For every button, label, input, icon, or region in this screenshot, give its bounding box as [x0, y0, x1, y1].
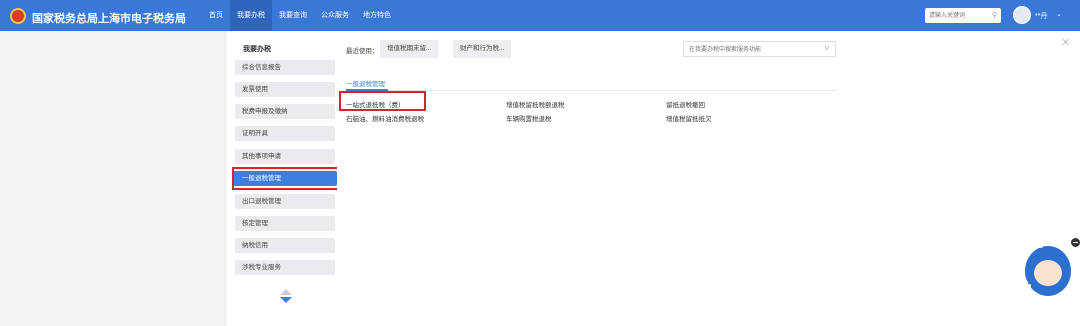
sidebar-item-professional-service[interactable]: 涉税专业服务	[235, 260, 335, 275]
sidebar-item-tax-declaration[interactable]: 税费申报及缴纳	[235, 104, 335, 119]
scroll-up-arrow-icon[interactable]	[280, 289, 292, 295]
main-content: 最近使用： 增值税期末留... 财产和行为税... ⚲ ✕ 一般退税管理 一站式…	[337, 31, 1080, 326]
recent-label: 最近使用：	[346, 48, 379, 55]
mascot-widget[interactable]: 纳 征 互 动	[1003, 233, 1080, 300]
chevron-down-icon[interactable]: ⌄	[1056, 10, 1062, 18]
mascot-minimize-icon[interactable]	[1071, 238, 1080, 247]
search-icon[interactable]: ⚲	[825, 45, 829, 52]
recent-item-vat-refund[interactable]: 增值税期末留...	[380, 40, 439, 58]
sidebar-item-invoice-use[interactable]: 发票使用	[235, 82, 335, 97]
function-search-input[interactable]	[689, 44, 815, 55]
sidebar-title: 我要办税	[243, 46, 271, 53]
nav-tax-handling[interactable]: 我要办税	[230, 0, 272, 31]
tax-emblem-logo	[10, 8, 26, 24]
close-icon[interactable]: ✕	[1061, 36, 1070, 49]
function-search: ⚲	[683, 41, 836, 57]
search-icon[interactable]: ⚲	[992, 11, 997, 19]
recent-item-property-tax[interactable]: 财产和行为税...	[453, 40, 512, 58]
nav-query[interactable]: 我要查询	[272, 0, 314, 31]
sidebar-item-other-applications[interactable]: 其他事项申请	[235, 149, 335, 164]
sidebar-item-export-refund[interactable]: 出口退税管理	[235, 194, 335, 209]
mascot-char-na: 纳	[1008, 243, 1025, 261]
main-nav: 首页 我要办税 我要查询 公众服务 地方特色	[202, 0, 398, 31]
mascot-face	[1034, 260, 1062, 286]
highlight-box-sidebar	[232, 167, 339, 190]
sidebar-item-comprehensive-report[interactable]: 综合信息报告	[235, 60, 335, 75]
sidebar-item-certificate[interactable]: 证明开具	[235, 126, 335, 141]
link-naphtha-fuel-oil-refund[interactable]: 石脑油、燃料油消费税退税	[346, 113, 424, 123]
nav-public-service[interactable]: 公众服务	[314, 0, 356, 31]
sidebar-item-tax-credit[interactable]: 纳税信用	[235, 238, 335, 253]
mascot-char-dong: 动	[1015, 281, 1032, 299]
header-search: ⚲	[925, 8, 1001, 23]
highlight-box-link	[339, 91, 426, 111]
sidebar-item-assessment[interactable]: 核定管理	[235, 216, 335, 231]
link-vehicle-tax-refund[interactable]: 车辆购置税退税	[506, 113, 552, 123]
header-search-input[interactable]	[929, 9, 985, 22]
link-vat-credit-refund[interactable]: 增值税留抵税额退税	[506, 99, 565, 109]
link-vat-credit-offset[interactable]: 增值税留抵抵欠	[666, 113, 712, 123]
site-title[interactable]: 国家税务总局上海市电子税务局	[32, 10, 186, 26]
top-navigation-bar: 国家税务总局上海市电子税务局 首页 我要办税 我要查询 公众服务 地方特色 ⚲ …	[0, 0, 1080, 31]
mascot-char-zheng: 征	[1026, 233, 1043, 251]
avatar[interactable]	[1013, 6, 1031, 24]
scroll-down-arrow-icon[interactable]	[280, 297, 292, 303]
link-refund-withdrawal[interactable]: 留抵退税撤回	[666, 99, 705, 109]
user-name[interactable]: **丹	[1035, 11, 1047, 21]
section-title: 一般退税管理	[346, 81, 385, 88]
nav-home[interactable]: 首页	[202, 0, 230, 31]
nav-local-features[interactable]: 地方特色	[356, 0, 398, 31]
